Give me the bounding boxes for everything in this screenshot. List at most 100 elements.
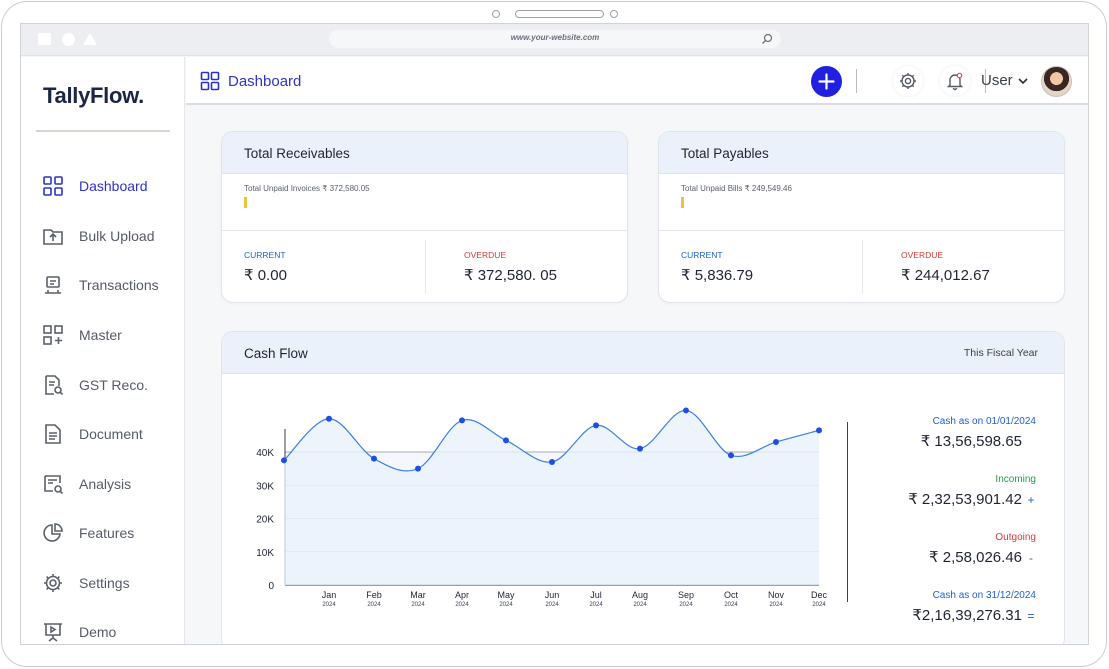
sidebar-item-label: Transactions — [79, 277, 159, 293]
closing-label: Cash as on 31/12/2024 — [932, 590, 1036, 601]
data-point — [415, 465, 421, 472]
document-icon — [45, 424, 61, 444]
opening-value: ₹ 13,56,598.65 — [921, 432, 1036, 450]
overdue-label: OVERDUE — [464, 250, 507, 260]
y-tick-label: 10K — [256, 548, 274, 559]
window-triangle-icon — [83, 33, 97, 45]
minus-sign: - — [1029, 551, 1033, 565]
sidebar-item-bulk-upload[interactable]: Bulk Upload — [21, 219, 185, 253]
x-tick-year: 2024 — [322, 602, 336, 608]
closing-amount: ₹2,16,39,276.31 — [912, 607, 1022, 624]
data-point — [281, 457, 287, 464]
overdue-amount: ₹ 372,580. 05 — [464, 267, 557, 284]
sidebar-item-master[interactable]: Master — [21, 318, 185, 352]
card-header: Total Payables — [659, 132, 1064, 174]
sidebar-item-dashboard[interactable]: Dashboard — [21, 169, 185, 203]
sidebar-item-label: Document — [79, 426, 143, 442]
card-header: Cash Flow This Fiscal Year — [222, 332, 1064, 374]
payables-card: Total Payables Total Unpaid Bills ₹ 249,… — [658, 131, 1065, 303]
camera-dot-right — [610, 10, 618, 18]
sidebar-item-label: Dashboard — [79, 178, 148, 194]
card-divider — [659, 230, 1064, 231]
x-tick-label: Feb — [366, 590, 382, 600]
cash-flow-chart: 0 10K 20K 30K 40K Jan 2024 Feb 2024 Mar 2024 Apr 202… — [256, 407, 828, 608]
sidebar-item-demo[interactable]: Demo — [21, 615, 185, 644]
data-point — [593, 422, 599, 429]
x-tick-year: 2024 — [545, 602, 559, 608]
data-point — [728, 452, 734, 459]
sidebar-item-label: Settings — [79, 575, 130, 591]
current-label: CURRENT — [681, 250, 723, 260]
add-button[interactable] — [811, 66, 842, 97]
x-tick-label: Aug — [632, 590, 648, 600]
x-tick-label: Apr — [455, 590, 469, 600]
unpaid-invoices-text: Total Unpaid Invoices ₹ 372,580.05 — [244, 184, 370, 193]
data-point — [503, 437, 509, 444]
settings-button[interactable] — [893, 66, 923, 96]
sidebar-item-label: Bulk Upload — [79, 228, 155, 244]
overdue-label: OVERDUE — [901, 250, 944, 260]
dashboard-grid-icon — [43, 176, 63, 196]
sidebar-item-settings[interactable]: Settings — [21, 566, 185, 600]
area-fill — [284, 410, 819, 585]
url-bar[interactable]: www.your-website.com — [329, 30, 781, 48]
outgoing-label: Outgoing — [995, 532, 1036, 543]
incoming-value: ₹ 2,32,53,901.42 + — [908, 490, 1036, 508]
card-vertical-divider — [862, 240, 863, 294]
closing-balance: Cash as on 31/12/2024 ₹2,16,39,276.31 = — [912, 590, 1036, 624]
x-tick-year: 2024 — [411, 602, 425, 608]
x-tick-year: 2024 — [769, 602, 783, 608]
data-point — [637, 445, 643, 452]
sidebar-item-label: Features — [79, 525, 135, 541]
x-tick-year: 2024 — [589, 602, 603, 608]
x-tick-label: Jan — [322, 590, 337, 600]
user-menu-label[interactable]: User — [981, 72, 1013, 89]
sidebar-item-features[interactable]: Features — [21, 516, 185, 550]
receivables-card: Total Receivables Total Unpaid Invoices … — [221, 131, 628, 303]
current-amount: ₹ 0.00 — [244, 267, 287, 284]
outgoing-amount: ₹ 2,58,026.46 — [929, 549, 1022, 566]
overdue-amount: ₹ 244,012.67 — [901, 267, 990, 284]
sidebar-item-transactions[interactable]: Transactions — [21, 268, 185, 302]
dashboard-grid-icon — [200, 71, 220, 91]
card-header: Total Receivables — [222, 132, 627, 174]
x-tick-year: 2024 — [455, 602, 469, 608]
bell-icon — [946, 72, 964, 91]
x-tick-label: Dec — [811, 590, 828, 600]
presentation-icon — [44, 623, 62, 642]
top-bar: Dashboard User — [186, 57, 1088, 105]
search-icon[interactable] — [761, 33, 773, 45]
avatar[interactable] — [1041, 66, 1072, 97]
sidebar: TallyFlow. Dashboard Bulk Upload Transac… — [21, 57, 185, 644]
card-vertical-divider — [425, 240, 426, 294]
plus-sign: + — [1027, 493, 1035, 507]
x-tick-label: Oct — [724, 590, 739, 600]
closing-value: ₹2,16,39,276.31 = — [912, 606, 1036, 624]
sidebar-item-label: GST Reco. — [79, 377, 148, 393]
x-tick-year: 2024 — [724, 602, 738, 608]
opening-amount: ₹ 13,56,598.65 — [920, 433, 1022, 450]
data-point — [459, 417, 465, 424]
incoming-label: Incoming — [995, 474, 1036, 485]
sidebar-item-gst-reco[interactable]: GST Reco. — [21, 368, 185, 402]
sidebar-item-label: Analysis — [79, 476, 132, 492]
sidebar-item-document[interactable]: Document — [21, 417, 185, 451]
browser-bar: www.your-website.com — [21, 24, 1088, 56]
progress-indicator — [681, 197, 684, 208]
x-tick-label: Jul — [590, 590, 602, 600]
chevron-down-icon[interactable] — [1018, 77, 1028, 85]
opening-balance: Cash as on 01/01/2024 ₹ 13,56,598.65 — [921, 416, 1036, 450]
card-divider — [222, 230, 627, 231]
sidebar-item-analysis[interactable]: Analysis — [21, 467, 185, 501]
x-tick-label: Jun — [545, 590, 560, 600]
period-selector[interactable]: This Fiscal Year — [964, 347, 1038, 359]
outgoing-value: ₹ 2,58,026.46- — [929, 548, 1036, 566]
y-tick-label: 20K — [256, 515, 274, 526]
data-point — [816, 427, 822, 434]
x-tick-year: 2024 — [367, 602, 381, 608]
transactions-icon — [45, 276, 61, 294]
x-tick-year: 2024 — [679, 602, 693, 608]
notifications-button[interactable] — [940, 66, 970, 96]
current-label: CURRENT — [244, 250, 286, 260]
card-title: Total Receivables — [244, 146, 350, 161]
